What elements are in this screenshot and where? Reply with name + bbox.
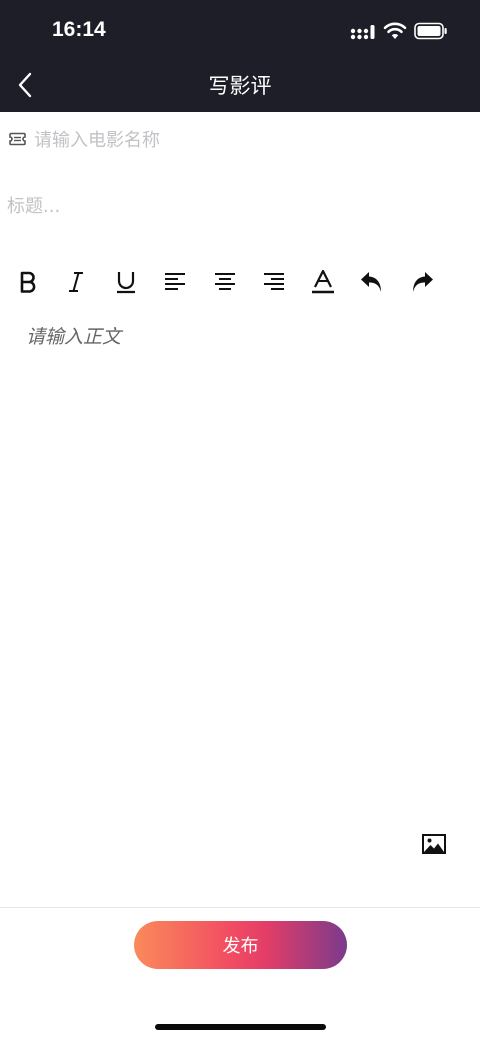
underline-button[interactable] <box>109 262 143 302</box>
undo-button[interactable] <box>355 262 389 302</box>
body-text-editor[interactable]: 请输入正文 <box>26 322 121 349</box>
redo-icon <box>413 272 433 292</box>
bottom-action-bar: 发布 <box>0 907 480 1039</box>
align-left-icon <box>165 273 185 290</box>
align-center-icon <box>215 273 235 290</box>
publish-button[interactable]: 发布 <box>134 921 347 969</box>
status-time: 16:14 <box>52 18 106 41</box>
cellular-signal-icon <box>350 25 375 40</box>
review-title-input[interactable] <box>7 192 467 220</box>
rich-text-toolbar <box>0 262 480 302</box>
align-left-button[interactable] <box>158 262 192 302</box>
redo-button[interactable] <box>405 262 439 302</box>
home-indicator <box>155 1024 326 1030</box>
underline-icon <box>117 272 135 294</box>
text-color-icon <box>312 269 334 294</box>
align-right-icon <box>264 273 284 290</box>
undo-icon <box>361 272 381 292</box>
insert-image-icon[interactable] <box>422 833 446 855</box>
page-title: 写影评 <box>208 74 272 98</box>
movie-name-input[interactable] <box>34 126 454 154</box>
navigation-header: 16:14 写影评 <box>0 0 480 112</box>
battery-icon <box>414 22 447 40</box>
bold-icon <box>20 271 36 293</box>
align-right-button[interactable] <box>257 262 291 302</box>
align-center-button[interactable] <box>208 262 242 302</box>
text-color-button[interactable] <box>306 262 340 302</box>
italic-button[interactable] <box>59 262 93 302</box>
ticket-icon <box>9 132 26 146</box>
italic-icon <box>69 272 83 292</box>
bold-button[interactable] <box>11 262 45 302</box>
wifi-icon <box>383 22 407 39</box>
movie-name-row <box>0 124 480 156</box>
